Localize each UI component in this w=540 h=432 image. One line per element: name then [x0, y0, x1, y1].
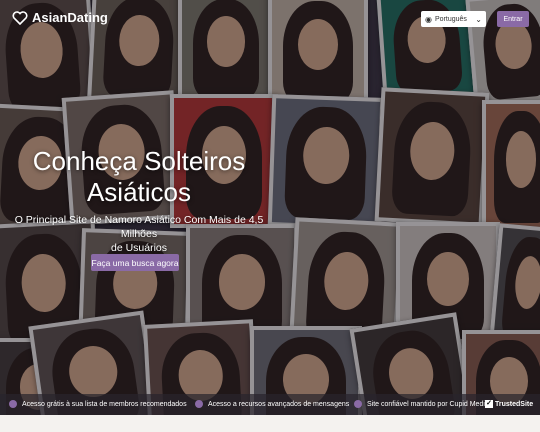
hero-title-line-1: Conheça Solteiros [32, 146, 246, 176]
language-label: Português [434, 15, 467, 23]
chevron-down-icon: ⌄ [475, 14, 482, 24]
hero-subtitle-line-1: O Principal Site de Namoro Asiático Com … [14, 214, 264, 240]
bullet-icon [195, 400, 203, 408]
hero-subtitle-line-2: de Usuários [110, 242, 168, 254]
footer-strip [0, 415, 540, 432]
hero-subtitle: O Principal Site de Namoro Asiático Com … [0, 213, 278, 255]
hero-title: Conheça Solteiros Asiáticos [0, 146, 278, 208]
features-bar: Acesso grátis à sua lista de membros rec… [0, 394, 540, 415]
feature-item: Acesso a recursos avançados de mensagens [195, 400, 349, 408]
feature-text: Acesso a recursos avançados de mensagens [208, 400, 350, 408]
feature-item: Acesso grátis à sua lista de membros rec… [9, 400, 187, 408]
brand-name: AsianDating [32, 10, 108, 25]
checkmark-icon: ✓ [485, 400, 493, 408]
feature-text: Site confiável mantido por Cupid Media [367, 400, 489, 408]
signin-button[interactable]: Entrar [497, 11, 529, 27]
top-nav: AsianDating ◉ Português ⌄ Entrar [0, 0, 540, 38]
search-now-button[interactable]: Faça uma busca agora [91, 254, 179, 271]
logo[interactable]: AsianDating [12, 10, 108, 25]
hero-title-line-2: Asiáticos [86, 177, 192, 207]
bullet-icon [354, 400, 362, 408]
language-selector[interactable]: ◉ Português ⌄ [421, 11, 486, 27]
heart-logo-icon [12, 10, 28, 25]
globe-icon: ◉ [425, 14, 432, 24]
feature-item: Site confiável mantido por Cupid Media [354, 400, 489, 408]
trustedsite-badge[interactable]: ✓ TrustedSite [485, 400, 533, 408]
bullet-icon [9, 400, 17, 408]
feature-text: Acesso grátis à sua lista de membros rec… [22, 400, 187, 408]
trustedsite-label: TrustedSite [495, 400, 534, 408]
